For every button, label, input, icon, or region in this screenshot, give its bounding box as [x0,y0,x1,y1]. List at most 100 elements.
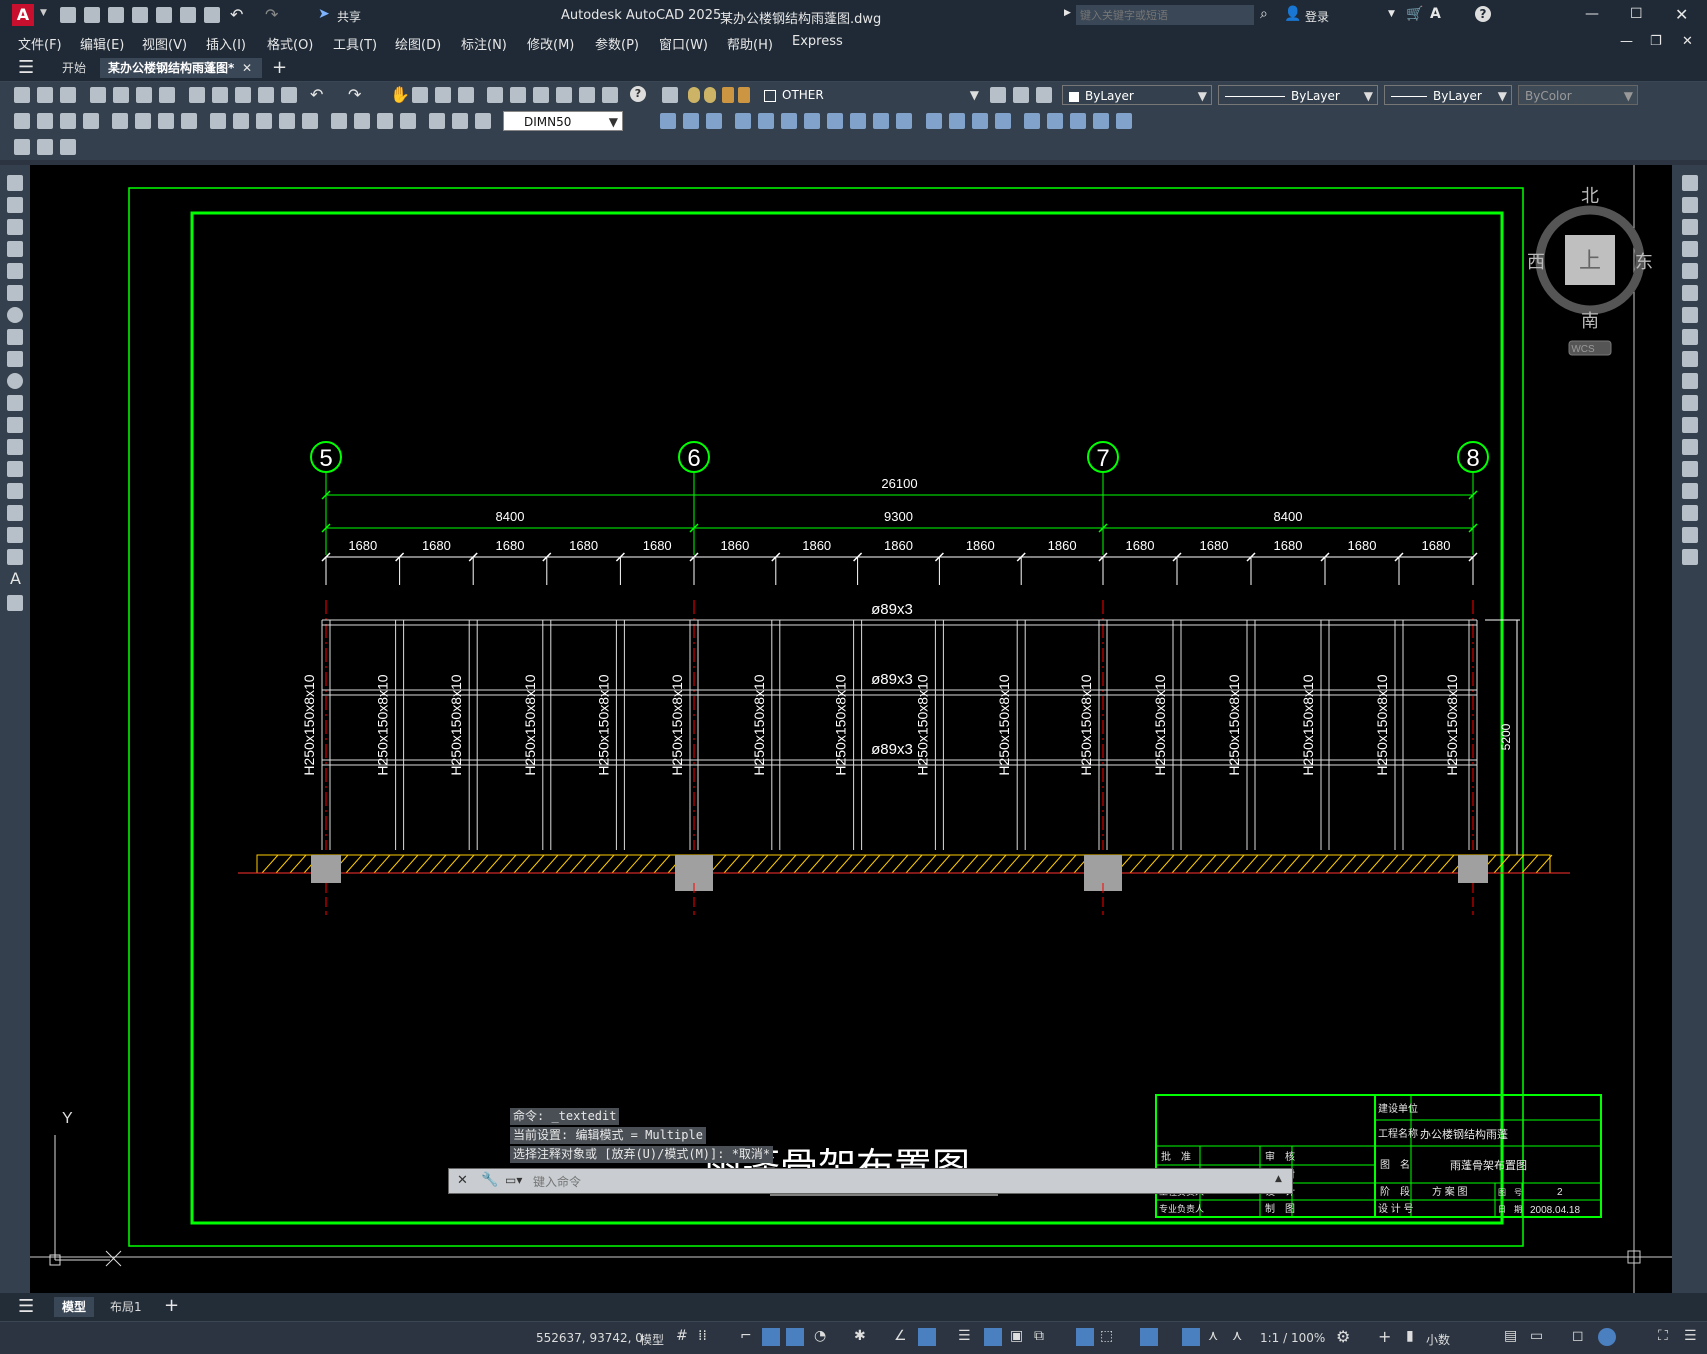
doc-restore-icon[interactable]: ❐ [1650,34,1662,49]
dim-linear-icon[interactable] [14,113,30,129]
model-space-button[interactable]: 模型 [640,1331,664,1348]
viewcube-east[interactable]: 东 [1635,252,1653,272]
annotation-monitor-icon[interactable]: + [1378,1327,1391,1346]
menu-modify[interactable]: 修改(M) [527,34,574,53]
menu-dimension[interactable]: 标注(N) [461,34,507,53]
3d-align-icon[interactable] [1070,113,1086,129]
zoom-window-icon[interactable] [435,87,451,103]
search-icon[interactable]: ⌕ [1260,6,1268,22]
save-web-icon[interactable] [180,7,196,23]
offset-icon[interactable] [1682,241,1698,257]
save-toolbar-icon[interactable] [60,87,76,103]
menu-tools[interactable]: 工具(T) [333,34,377,53]
dimstyle-dropdown[interactable]: DIMN50 ▼ [503,111,623,131]
copy-object-icon[interactable] [1682,197,1698,213]
menu-insert[interactable]: 插入(I) [206,34,246,53]
fillet-icon[interactable] [1682,505,1698,521]
block-insert-icon[interactable] [14,139,30,155]
dim-arc-icon[interactable] [60,113,76,129]
plot-toolbar-icon[interactable] [90,87,106,103]
toolbar-help-icon[interactable]: ? [630,86,646,102]
add-selected-icon[interactable] [7,595,23,611]
ellipse-arc-icon[interactable] [7,395,23,411]
chamfer-icon[interactable] [1682,483,1698,499]
open-file-icon[interactable] [84,7,100,23]
table-icon[interactable] [7,549,23,565]
paste-icon[interactable] [235,87,251,103]
help-icon[interactable]: ? [1475,6,1491,22]
ellipse-icon[interactable] [7,373,23,389]
preview-icon[interactable] [113,87,129,103]
insert-block-icon[interactable] [7,417,23,433]
rectangle-icon[interactable] [7,263,23,279]
center-mark-icon[interactable] [354,113,370,129]
workspace-gear-icon[interactable]: ⚙ [1336,1327,1350,1346]
dim-continue-icon[interactable] [256,113,272,129]
solid-edit-icon[interactable] [995,113,1011,129]
publish-3d-icon[interactable] [159,87,175,103]
login-button[interactable]: 登录 [1305,8,1329,25]
new-tab-icon[interactable]: + [272,57,287,78]
zoom-realtime-icon[interactable] [412,87,428,103]
menu-draw[interactable]: 绘图(D) [395,34,441,53]
hardware-acceleration-icon[interactable] [1598,1328,1616,1346]
selection-filter-icon[interactable]: ⬚ [1100,1328,1113,1344]
block-editor-icon[interactable] [281,87,297,103]
units-value[interactable]: 小数 [1426,1331,1450,1348]
imprint-icon[interactable] [972,113,988,129]
doc-minimize-icon[interactable]: — [1620,34,1633,49]
arc-icon[interactable] [7,285,23,301]
jogged-linear-icon[interactable] [400,113,416,129]
block-attribute-icon[interactable] [37,139,53,155]
zoom-previous-icon[interactable] [458,87,474,103]
quick-properties-icon[interactable]: ▤ [1504,1328,1517,1344]
share-button[interactable]: 共享 [337,8,361,25]
box-icon[interactable] [660,113,676,129]
dim-diameter-icon[interactable] [158,113,174,129]
cone-icon[interactable] [706,113,722,129]
gradient-icon[interactable] [7,505,23,521]
dim-jogged-icon[interactable] [135,113,151,129]
command-close-icon[interactable]: ✕ [457,1173,468,1188]
menu-file[interactable]: 文件(F) [18,34,62,53]
new-layout-icon[interactable]: + [164,1295,179,1316]
revision-cloud-icon[interactable] [7,329,23,345]
stretch-icon[interactable] [1682,351,1698,367]
open-icon[interactable] [37,87,53,103]
qnew-icon[interactable] [14,87,30,103]
object-snap-tracking-icon[interactable]: ∠ [894,1328,907,1344]
units-icon[interactable]: ▮ [1406,1328,1414,1344]
tab-layout1[interactable]: 布局1 [102,1297,150,1317]
plotstyle-dropdown[interactable]: ByColor ▼ [1518,85,1638,105]
design-center-icon[interactable] [510,87,526,103]
join-icon[interactable] [1682,461,1698,477]
wedge-icon[interactable] [683,113,699,129]
dim-ordinate-icon[interactable] [83,113,99,129]
dynamic-input-icon[interactable] [762,1328,780,1346]
circle-icon[interactable] [7,307,23,323]
app-logo[interactable]: A [12,4,34,26]
layer-lock-icon[interactable] [722,87,734,103]
search-expand-icon[interactable]: ▶ [1064,8,1071,18]
sweep-icon[interactable] [781,113,797,129]
inspection-icon[interactable] [377,113,393,129]
new-file-icon[interactable] [60,7,76,23]
linetype-dropdown[interactable]: ByLayer ▼ [1218,85,1378,105]
loft-icon[interactable] [804,113,820,129]
infer-constraints-icon[interactable]: ⌐ [740,1328,752,1344]
calculator-icon[interactable] [602,87,618,103]
minimize-window-icon[interactable]: — [1585,6,1599,22]
cart-icon[interactable]: 🛒 [1406,6,1423,22]
dim-angular-icon[interactable] [181,113,197,129]
object-snap-icon[interactable] [918,1328,936,1346]
redo-icon[interactable]: ↷ [265,5,278,24]
app-menu-chevron-icon[interactable]: ▼ [40,8,47,18]
cut-icon[interactable] [189,87,205,103]
scale-icon[interactable] [1682,329,1698,345]
command-customize-icon[interactable]: 🔧 [481,1172,498,1188]
break-icon[interactable] [1682,439,1698,455]
user-icon[interactable]: 👤 [1284,6,1301,22]
region-icon[interactable] [7,527,23,543]
3d-osnap-icon[interactable]: ⧉ [1034,1328,1044,1344]
menu-edit[interactable]: 编辑(E) [80,34,124,53]
